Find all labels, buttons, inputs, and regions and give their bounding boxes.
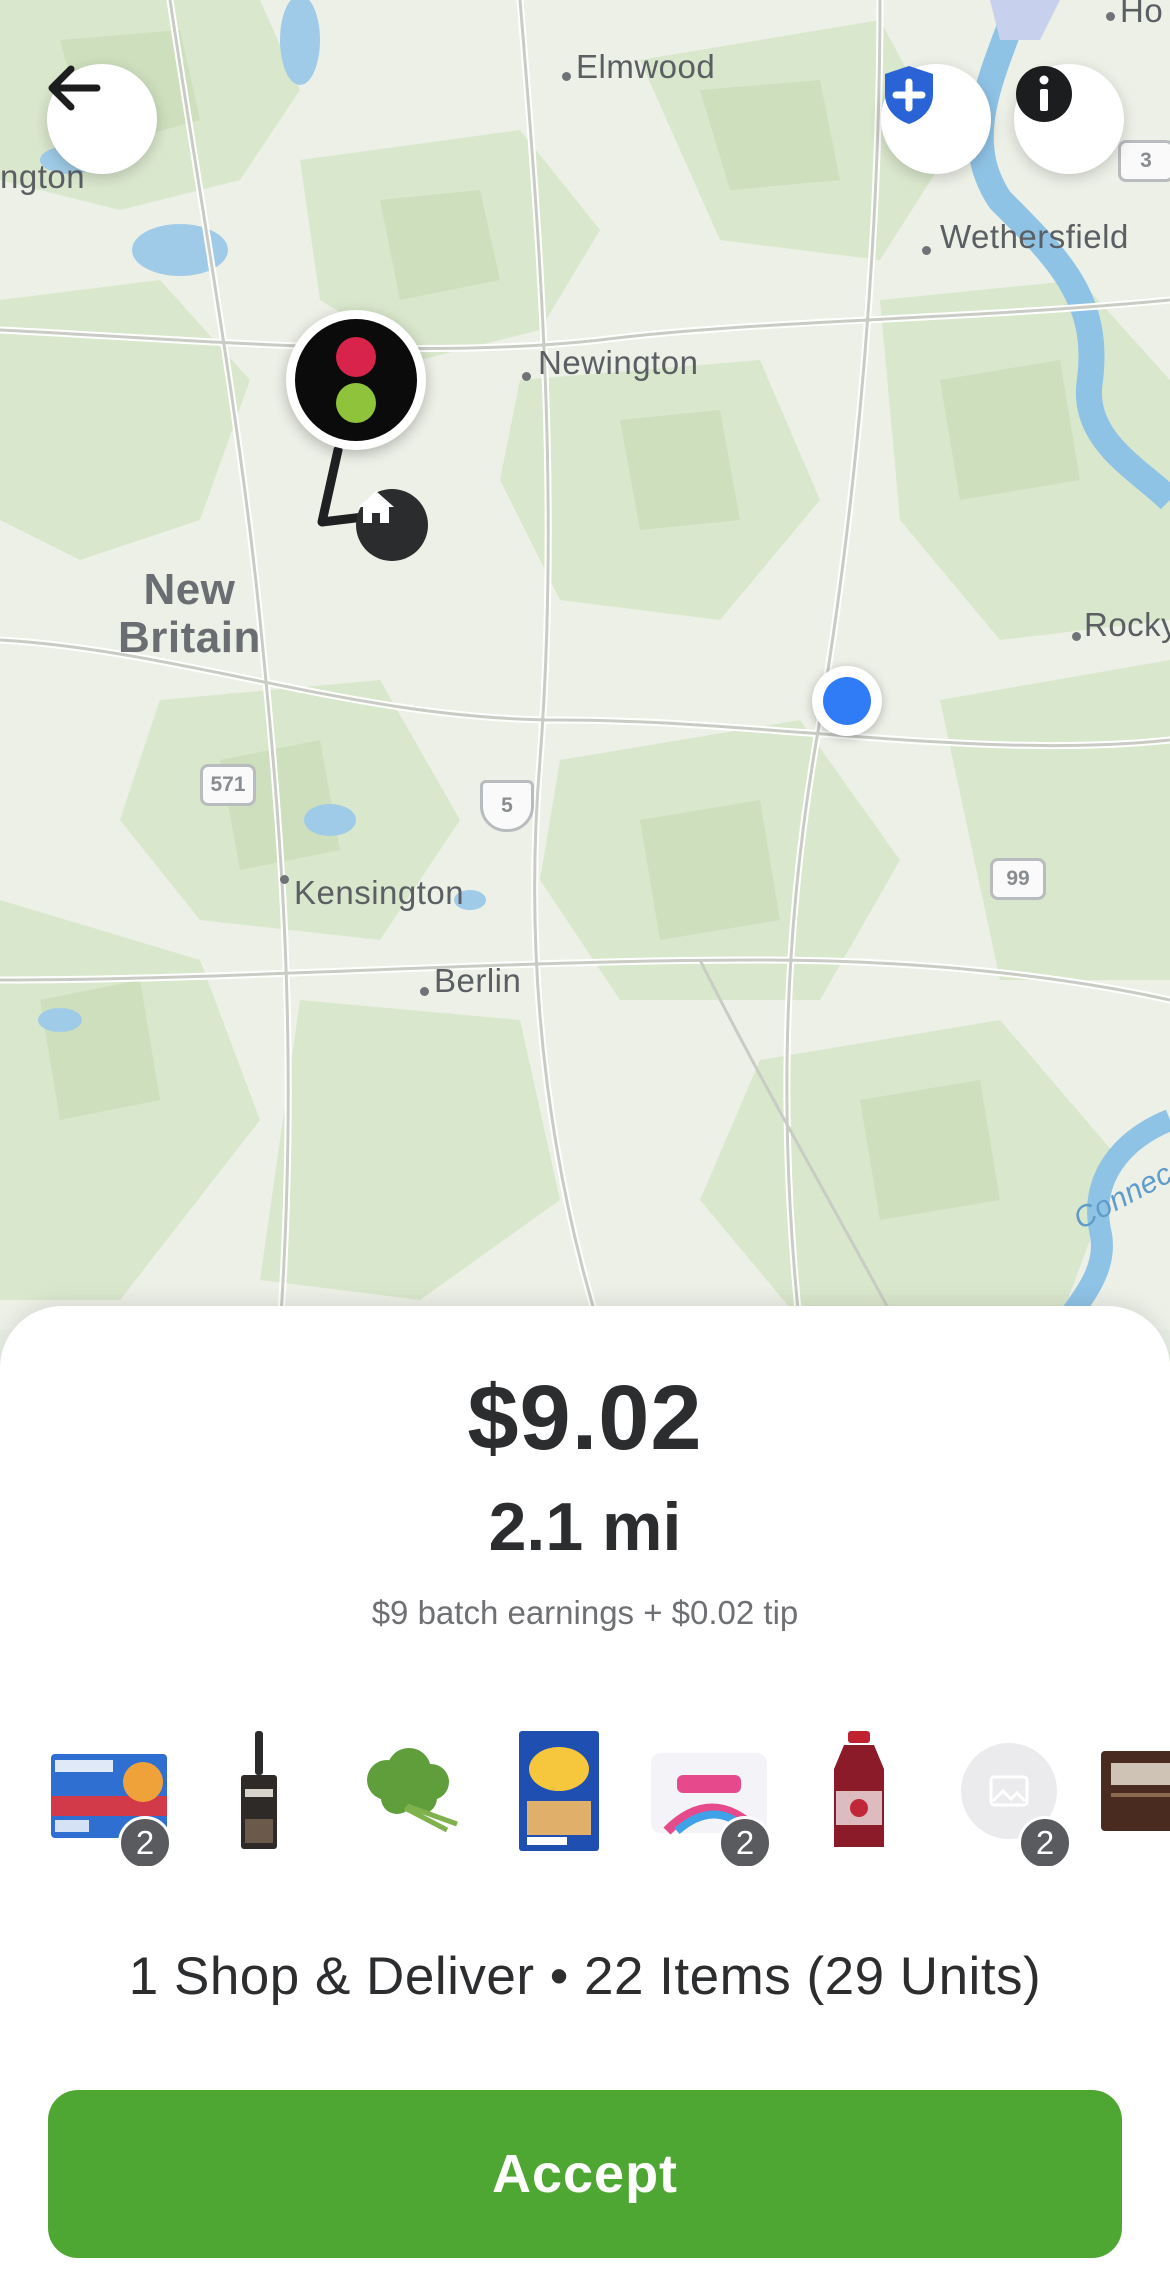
home-pin[interactable]: [356, 489, 428, 561]
item-thumbnail-hershey[interactable]: [1094, 1726, 1170, 1856]
offer-price: $9.02: [467, 1367, 703, 1469]
back-button[interactable]: [47, 64, 157, 174]
honey-maid-box-image: [519, 1731, 599, 1851]
item-thumbnail-kitchen-tool[interactable]: [194, 1726, 324, 1856]
town-dot: [1072, 632, 1081, 641]
town-label-line: Britain: [118, 613, 261, 662]
town-label-new-britain: New Britain: [118, 566, 261, 662]
cilantro-image: [367, 1748, 458, 1833]
item-carousel[interactable]: 2 2 2: [0, 1716, 1170, 1866]
info-button[interactable]: [1014, 64, 1124, 174]
offer-distance: 2.1 mi: [488, 1489, 682, 1565]
town-label: Berlin: [434, 962, 522, 999]
current-location-icon: [823, 677, 871, 725]
route-shield-3: 3: [1118, 140, 1170, 182]
town-label: Ho: [1120, 0, 1164, 29]
item-thumbnail-cranberry-juice[interactable]: [794, 1726, 924, 1856]
town-dot: [522, 372, 531, 381]
info-icon: [1016, 66, 1072, 122]
store-logo-green-dot: [336, 383, 376, 423]
store-pin[interactable]: [286, 310, 426, 450]
route-shield-5: 5: [480, 780, 534, 832]
item-thumbnail-cilantro[interactable]: [344, 1726, 474, 1856]
safety-button[interactable]: [881, 64, 991, 174]
town-dot: [420, 987, 429, 996]
town-label: Newington: [538, 344, 699, 381]
town-dot: [922, 246, 931, 255]
town-dot: [1106, 12, 1115, 21]
home-icon: [358, 491, 394, 523]
map-view[interactable]: Elmwood ngton Ho Wethersfield Newington …: [0, 0, 1170, 1330]
route-shield-571: 571: [200, 764, 256, 806]
batch-summary: 1 Shop & Deliver • 22 Items (29 Units): [128, 1947, 1042, 2006]
offer-sheet: $9.02 2.1 mi $9 batch earnings + $0.02 t…: [0, 1306, 1170, 2285]
store-logo-red-dot: [336, 337, 376, 377]
town-label: Rocky: [1084, 606, 1170, 643]
town-dot: [562, 72, 571, 81]
item-thumbnail-honey-maid[interactable]: [494, 1726, 624, 1856]
current-location-marker: [812, 666, 882, 736]
town-label: Wethersfield: [940, 218, 1129, 255]
town-label-line: New: [143, 565, 236, 614]
route-shield-99: 99: [990, 858, 1046, 900]
store-logo-icon: [295, 319, 417, 441]
hershey-bar-image: [1101, 1751, 1170, 1831]
item-quantity-badge: 2: [718, 1816, 772, 1866]
town-label: Elmwood: [576, 48, 716, 85]
town-label: Kensington: [294, 874, 465, 911]
cranberry-juice-bottle-image: [834, 1731, 884, 1847]
town-dot: [280, 875, 289, 884]
item-quantity-badge: 2: [118, 1816, 172, 1866]
shield-plus-icon: [885, 66, 933, 124]
kitchen-tool-image: [241, 1731, 277, 1849]
map-terrain: [0, 0, 1170, 1330]
item-quantity-badge: 2: [1018, 1816, 1072, 1866]
earnings-breakdown: $9 batch earnings + $0.02 tip: [371, 1594, 799, 1631]
accept-button[interactable]: Accept: [48, 2090, 1122, 2258]
back-arrow-icon: [48, 65, 101, 111]
